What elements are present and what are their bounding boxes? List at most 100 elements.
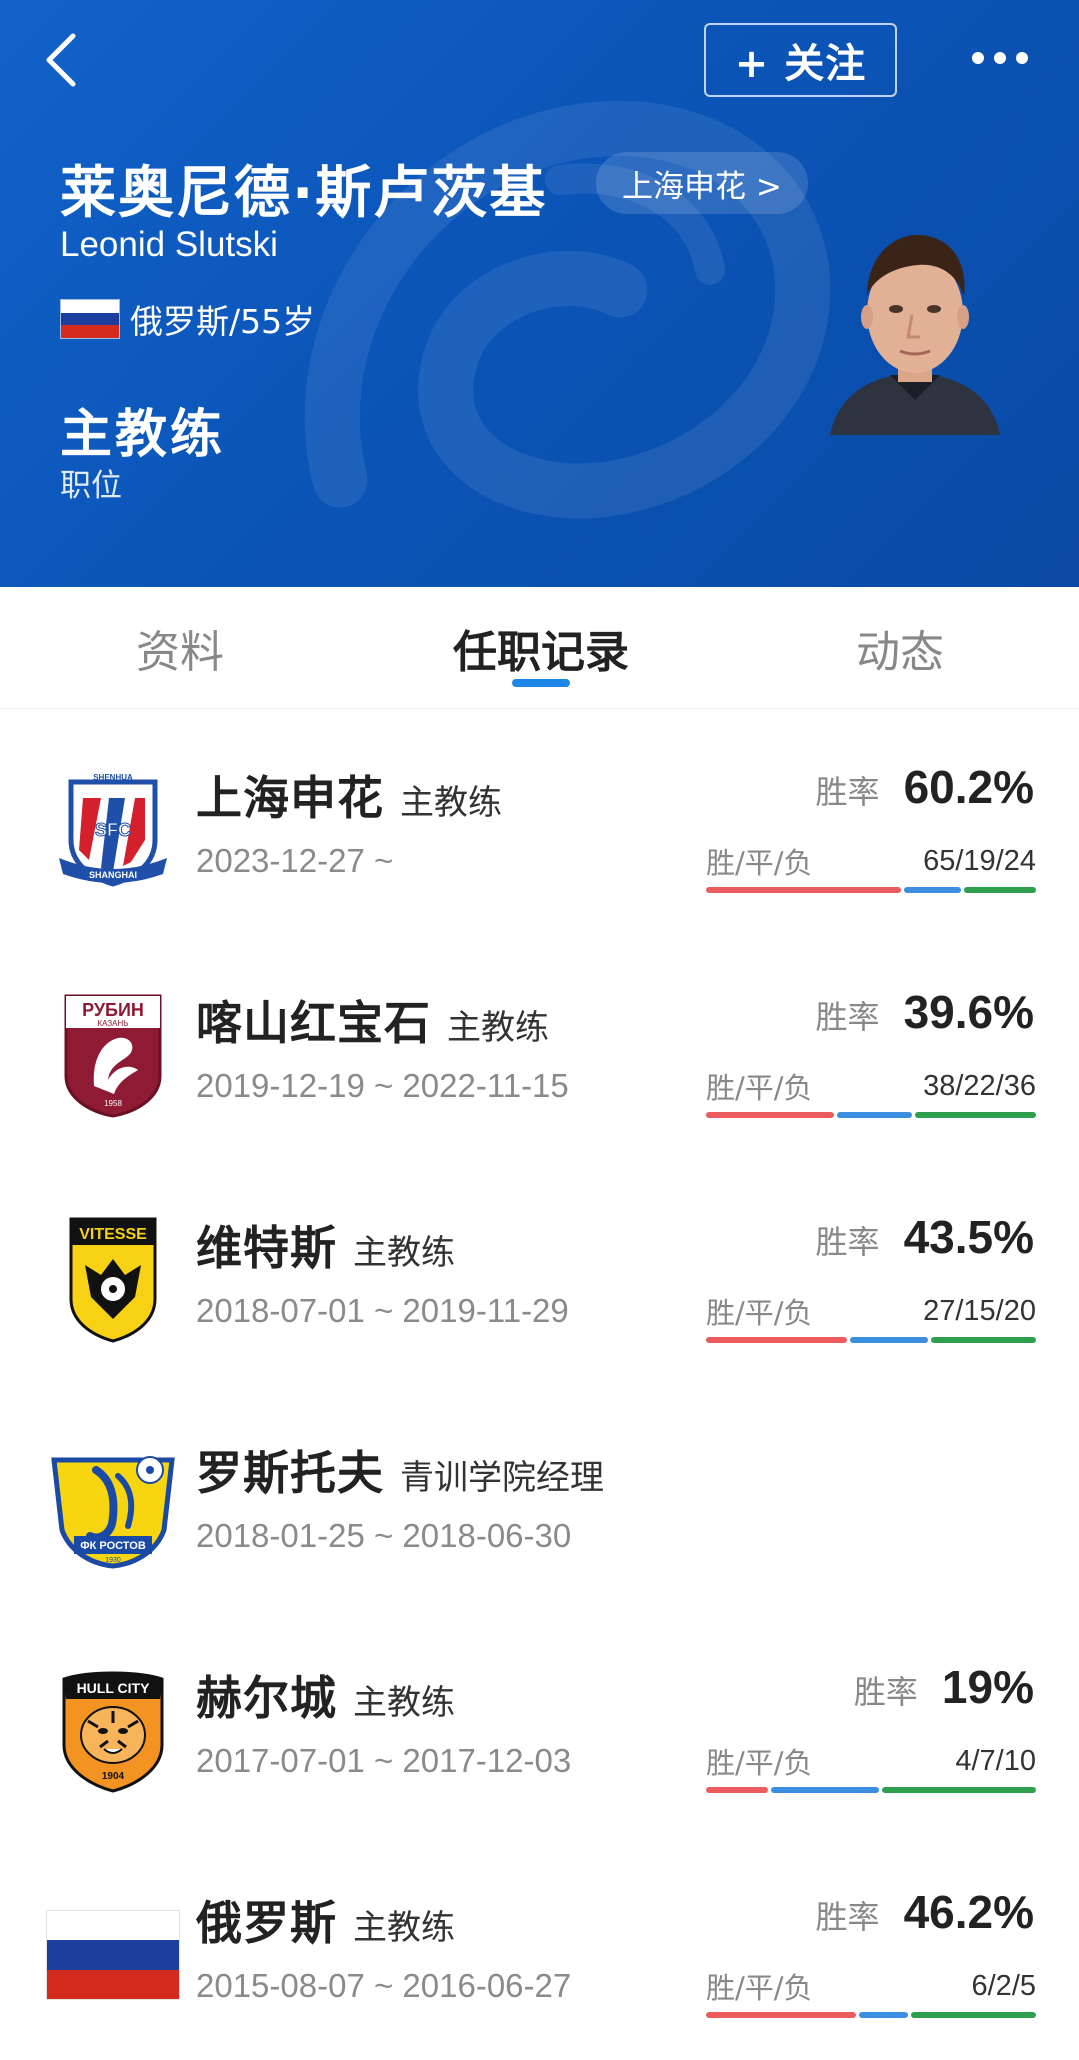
russia-flag-icon [60, 299, 120, 339]
club-name: 罗斯托夫 [196, 1446, 384, 1500]
wdl-value: 65/19/24 [923, 844, 1036, 877]
career-item[interactable]: ФК РОСТОВ 1930 罗斯托夫 青训学院经理 2018-01-25 ~ … [0, 1385, 1079, 1610]
svg-text:VITESSE: VITESSE [79, 1226, 147, 1243]
more-dot-icon [972, 52, 984, 64]
rubin-kazan-logo-icon: РУБИН КАЗАНЬ 1958 [45, 990, 180, 1120]
win-rate-label: 胜率 [815, 1223, 880, 1261]
wdl-label: 胜/平/负 [706, 1296, 813, 1330]
current-team-link[interactable]: 上海申花 > [596, 152, 808, 214]
club-role: 主教练 [353, 1908, 455, 1948]
tab-career-history[interactable]: 任职记录 [420, 587, 662, 709]
svg-text:КАЗАНЬ: КАЗАНЬ [97, 1019, 128, 1028]
win-rate-label: 胜率 [815, 1898, 880, 1936]
wdl-bar [706, 2012, 1036, 2018]
win-rate-label: 胜率 [815, 998, 880, 1036]
club-name: 俄罗斯 [196, 1896, 337, 1950]
more-options-button[interactable] [960, 30, 1040, 86]
tenure-period: 2015-08-07 ~ 2016-06-27 [196, 1967, 572, 2004]
coach-name-en: Leonid Slutski [60, 225, 278, 264]
career-item[interactable]: SHENHUA SFC SHANGHAI 上海申花 主教练 2023-12-27… [0, 710, 1079, 935]
coach-name-cn: 莱奥尼德·斯卢茨基 [60, 161, 548, 226]
svg-text:SHENHUA: SHENHUA [93, 773, 133, 782]
tenure-period: 2023-12-27 ~ [196, 842, 394, 879]
win-rate-value: 39.6% [903, 986, 1034, 1038]
more-dot-icon [994, 52, 1006, 64]
win-rate-value: 43.5% [903, 1211, 1034, 1263]
tab-news[interactable]: 动态 [800, 587, 1000, 709]
loss-segment [931, 1337, 1036, 1343]
win-rate-value: 60.2% [903, 761, 1034, 813]
nationality-age: 俄罗斯/55岁 [130, 302, 316, 341]
follow-button[interactable]: + 关注 [704, 23, 897, 97]
active-tab-indicator [512, 679, 570, 687]
tenure-period: 2018-01-25 ~ 2018-06-30 [196, 1517, 572, 1554]
svg-text:1904: 1904 [101, 1771, 124, 1782]
nationality-row: 俄罗斯/55岁 [60, 295, 315, 343]
wdl-bar [706, 887, 1036, 893]
win-rate-label: 胜率 [815, 773, 880, 811]
shanghai-shenhua-logo-icon: SHENHUA SFC SHANGHAI [45, 765, 180, 895]
win-rate-value: 46.2% [903, 1886, 1034, 1938]
club-role: 主教练 [353, 1233, 455, 1273]
win-segment [706, 1337, 848, 1343]
wdl-label: 胜/平/负 [706, 1071, 813, 1105]
draw-segment [837, 1112, 912, 1118]
wdl-label: 胜/平/负 [706, 1746, 813, 1780]
career-item[interactable]: РУБИН КАЗАНЬ 1958 喀山红宝石 主教练 2019-12-19 ~… [0, 935, 1079, 1160]
draw-segment [850, 1337, 929, 1343]
win-rate-label: 胜率 [853, 1673, 918, 1711]
fc-rostov-logo-icon: ФК РОСТОВ 1930 [45, 1440, 180, 1570]
club-name: 上海申花 [196, 771, 384, 825]
vitesse-logo-icon: VITESSE [45, 1215, 180, 1345]
russia-flag-icon [45, 1890, 180, 2020]
more-dot-icon [1016, 52, 1028, 64]
wdl-value: 6/2/5 [971, 1969, 1037, 2002]
watermark-logo-icon [304, 101, 831, 519]
draw-segment [904, 887, 961, 893]
wdl-bar [706, 1112, 1036, 1118]
career-item[interactable]: VITESSE 维特斯 主教练 2018-07-01 ~ 2019-11-29 … [0, 1160, 1079, 1385]
career-item[interactable]: 俄罗斯 主教练 2015-08-07 ~ 2016-06-27 胜率 46.2%… [0, 1835, 1079, 2060]
club-name: 喀山红宝石 [196, 996, 431, 1050]
tab-bar: 资料 任职记录 动态 [0, 587, 1079, 709]
club-role: 主教练 [447, 1008, 549, 1048]
win-segment [706, 2012, 856, 2018]
tenure-period: 2019-12-19 ~ 2022-11-15 [196, 1067, 569, 1104]
loss-segment [881, 1787, 1036, 1793]
win-segment [706, 887, 901, 893]
draw-segment [770, 1787, 879, 1793]
svg-text:SFC: SFC [95, 820, 131, 840]
career-item[interactable]: HULL CITY 1904 赫尔城 主教练 2017-07-01 ~ 2017… [0, 1610, 1079, 1835]
loss-segment [964, 887, 1036, 893]
coach-header: + 关注 莱奥尼德·斯卢茨基 上海申花 > Leonid Slutski 俄罗斯… [0, 0, 1079, 587]
role-caption: 职位 [60, 468, 122, 504]
wdl-label: 胜/平/负 [706, 846, 813, 880]
svg-text:1958: 1958 [104, 1099, 122, 1108]
wdl-value: 4/7/10 [955, 1744, 1036, 1777]
win-rate-value: 19% [941, 1661, 1034, 1713]
tab-profile[interactable]: 资料 [80, 587, 280, 709]
hull-city-logo-icon: HULL CITY 1904 [45, 1665, 180, 1795]
svg-text:HULL CITY: HULL CITY [76, 1680, 150, 1696]
loss-segment [911, 2012, 1036, 2018]
svg-text:SHANGHAI: SHANGHAI [88, 870, 136, 880]
wdl-value: 27/15/20 [923, 1294, 1036, 1327]
win-segment [706, 1112, 835, 1118]
club-role: 青训学院经理 [400, 1458, 604, 1498]
role-title: 主教练 [60, 405, 226, 465]
chevron-left-icon [46, 33, 76, 87]
svg-text:РУБИН: РУБИН [82, 1000, 144, 1020]
tenure-period: 2018-07-01 ~ 2019-11-29 [196, 1292, 569, 1329]
career-list: SHENHUA SFC SHANGHAI 上海申花 主教练 2023-12-27… [0, 710, 1079, 2060]
draw-segment [858, 2012, 909, 2018]
svg-text:ФК РОСТОВ: ФК РОСТОВ [80, 1540, 146, 1552]
club-role: 主教练 [353, 1683, 455, 1723]
coach-avatar [820, 225, 1010, 435]
win-segment [706, 1787, 768, 1793]
tenure-period: 2017-07-01 ~ 2017-12-03 [196, 1742, 572, 1779]
wdl-bar [706, 1337, 1036, 1343]
club-role: 主教练 [400, 783, 502, 823]
club-name: 赫尔城 [196, 1671, 337, 1725]
svg-text:1930: 1930 [105, 1557, 121, 1564]
back-button[interactable] [30, 25, 90, 95]
